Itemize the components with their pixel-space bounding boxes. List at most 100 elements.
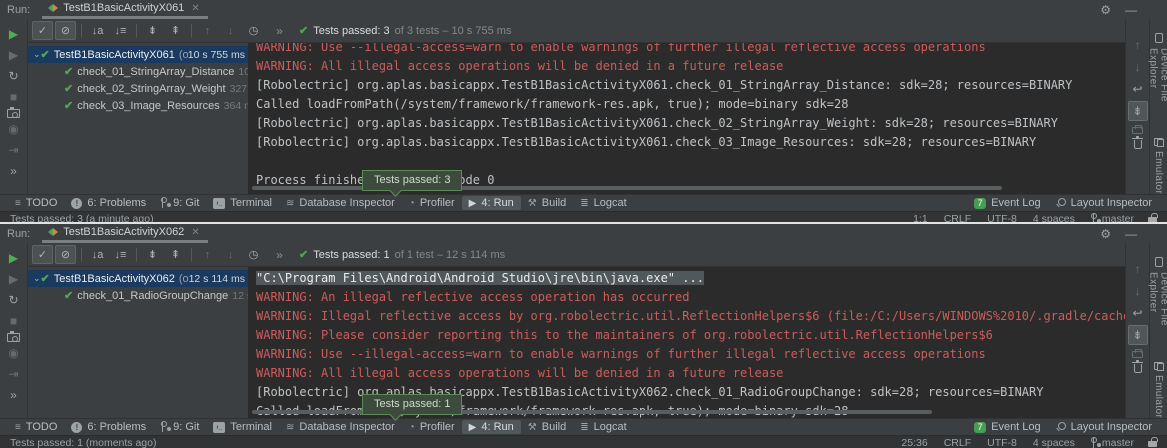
scroll-down-button[interactable]: ↓ <box>1128 281 1148 301</box>
test-tree-row[interactable]: ✔ check_03_Image_Resources 364 ms <box>28 97 248 114</box>
more-actions-icon[interactable]: » <box>269 245 290 264</box>
screenshot-button[interactable] <box>7 333 20 342</box>
test-history-button[interactable]: ◷ <box>243 21 264 40</box>
show-ignored-button[interactable]: ⊘ <box>55 21 76 40</box>
toolwindow-todo-button[interactable]: ≡ TODO <box>8 196 64 210</box>
separator[interactable] <box>191 24 192 38</box>
rerun-failed-tests-button[interactable]: ▶ <box>0 268 27 289</box>
toolwindow-problems-button[interactable]: ! 6: Problems <box>64 196 153 210</box>
test-tree-row[interactable]: ⌄ ✔ TestB1BasicActivityX062 (org.aplas.t… <box>28 270 248 287</box>
toolwindow-git-button[interactable]: 9: Git <box>153 196 206 210</box>
print-button[interactable] <box>1132 351 1143 358</box>
stop-button[interactable]: ■ <box>0 86 27 107</box>
git-branch-widget[interactable]: master <box>1091 213 1134 225</box>
expand-all-button[interactable]: ⇟ <box>142 245 163 264</box>
caret-position[interactable]: 25:36 <box>901 437 927 448</box>
indent-widget[interactable]: 4 spaces <box>1033 213 1075 225</box>
test-tree-row[interactable]: ✔ check_01_StringArray_Distance 10 s 64 … <box>28 63 248 80</box>
soft-wrap-button[interactable]: ↩ <box>1128 79 1148 99</box>
toolwindow-todo-button[interactable]: ≡ TODO <box>8 420 64 434</box>
more-toolbar-icon[interactable]: » <box>0 160 27 181</box>
git-branch-widget[interactable]: master <box>1091 437 1134 448</box>
next-failed-test-button[interactable]: ↓ <box>220 245 241 264</box>
clear-all-button[interactable] <box>1134 364 1142 373</box>
apply-changes-button[interactable]: ↻ <box>0 289 27 310</box>
expand-all-button[interactable]: ⇟ <box>142 21 163 40</box>
gear-icon[interactable]: ⚙ <box>1100 3 1111 17</box>
encoding-widget[interactable]: UTF-8 <box>987 437 1017 448</box>
toolwindow-profiler-button[interactable]: ◔ Profiler <box>402 420 462 434</box>
toolwindow-git-button[interactable]: 9: Git <box>153 420 206 434</box>
unlocked-icon[interactable] <box>1148 217 1157 223</box>
encoding-widget[interactable]: UTF-8 <box>987 213 1017 225</box>
screen-record-button[interactable]: ◉ <box>0 342 27 363</box>
next-failed-test-button[interactable]: ↓ <box>220 21 241 40</box>
event-log-button[interactable]: 7 Event Log <box>967 196 1048 210</box>
screen-record-button[interactable]: ◉ <box>0 118 27 139</box>
show-passed-button[interactable]: ✓ <box>32 21 53 40</box>
more-toolbar-icon[interactable]: » <box>0 384 27 405</box>
toolwindow-profiler-button[interactable]: ◔ Profiler <box>402 196 462 210</box>
collapse-all-button[interactable]: ⇞ <box>165 21 186 40</box>
separator[interactable] <box>136 248 137 262</box>
toolwindow-run-button[interactable]: ▶ 4: Run <box>462 420 521 434</box>
sort-by-duration-button[interactable]: ↓≡ <box>110 21 131 40</box>
line-separator-widget[interactable]: CRLF <box>944 213 971 225</box>
tool-stripe-emulator[interactable]: Emulator <box>1153 375 1164 418</box>
layout-inspector-button[interactable]: Layout Inspector <box>1048 196 1159 210</box>
rerun-failed-tests-button[interactable]: ▶ <box>0 44 27 65</box>
chevron-down-icon[interactable]: ⌄ <box>33 49 41 60</box>
sort-by-duration-button[interactable]: ↓≡ <box>110 245 131 264</box>
toolwindow-terminal-button[interactable]: ›_ Terminal <box>206 420 279 434</box>
scroll-up-button[interactable]: ↑ <box>1128 35 1148 55</box>
close-icon[interactable]: ✕ <box>191 227 199 238</box>
separator[interactable] <box>81 248 82 262</box>
line-separator-widget[interactable]: CRLF <box>944 437 971 448</box>
toolwindow-build-button[interactable]: ⚒ Build <box>521 420 573 434</box>
separator[interactable] <box>136 24 137 38</box>
screenshot-button[interactable] <box>7 109 20 118</box>
layout-inspector-button[interactable]: Layout Inspector <box>1048 420 1159 434</box>
separator[interactable] <box>81 24 82 38</box>
run-tab-x061[interactable]: TestB1BasicActivityX061 ✕ <box>42 0 207 19</box>
scroll-to-end-button[interactable]: ⇟ <box>1128 325 1148 345</box>
event-log-button[interactable]: 7 Event Log <box>967 420 1048 434</box>
apply-changes-button[interactable]: ↻ <box>0 65 27 86</box>
sort-alphabetically-button[interactable]: ↓a <box>87 21 108 40</box>
collapse-all-button[interactable]: ⇞ <box>165 245 186 264</box>
show-passed-button[interactable]: ✓ <box>32 245 53 264</box>
test-tree-row[interactable]: ✔ check_02_StringArray_Weight 327 ms <box>28 80 248 97</box>
import-test-results-button[interactable]: ⇥ <box>0 363 27 384</box>
show-ignored-button[interactable]: ⊘ <box>55 245 76 264</box>
tool-stripe-emulator[interactable]: Emulator <box>1153 151 1164 194</box>
previous-failed-test-button[interactable]: ↑ <box>197 245 218 264</box>
toolwindow-logcat-button[interactable]: ≣ Logcat <box>573 196 633 210</box>
unlocked-icon[interactable] <box>1148 441 1157 447</box>
sort-alphabetically-button[interactable]: ↓a <box>87 245 108 264</box>
previous-failed-test-button[interactable]: ↑ <box>197 21 218 40</box>
scroll-down-button[interactable]: ↓ <box>1128 57 1148 77</box>
scroll-to-end-button[interactable]: ⇟ <box>1128 101 1148 121</box>
hide-window-icon[interactable]: — <box>1125 227 1137 241</box>
close-icon[interactable]: ✕ <box>191 3 199 14</box>
toolwindow-terminal-button[interactable]: ›_ Terminal <box>206 196 279 210</box>
rerun-tests-button[interactable]: ▶ <box>0 23 27 44</box>
toolwindow-problems-button[interactable]: ! 6: Problems <box>64 420 153 434</box>
print-button[interactable] <box>1132 127 1143 134</box>
test-tree-row[interactable]: ✔ check_01_RadioGroupChange 12 s 114 ms <box>28 287 248 304</box>
run-tab-x062[interactable]: TestB1BasicActivityX062 ✕ <box>42 224 207 243</box>
soft-wrap-button[interactable]: ↩ <box>1128 303 1148 323</box>
more-actions-icon[interactable]: » <box>269 21 290 40</box>
clear-all-button[interactable] <box>1134 140 1142 149</box>
toolwindow-run-button[interactable]: ▶ 4: Run <box>462 196 521 210</box>
chevron-down-icon[interactable]: ⌄ <box>33 273 41 284</box>
indent-widget[interactable]: 4 spaces <box>1033 437 1075 448</box>
tool-stripe-device-file-explorer[interactable]: Device File Explorer <box>1148 272 1167 348</box>
stop-button[interactable]: ■ <box>0 310 27 331</box>
separator[interactable] <box>191 248 192 262</box>
toolwindow-database-inspector-button[interactable]: ≋ Database Inspector <box>279 196 402 210</box>
toolwindow-logcat-button[interactable]: ≣ Logcat <box>573 420 633 434</box>
import-test-results-button[interactable]: ⇥ <box>0 139 27 160</box>
tool-stripe-device-file-explorer[interactable]: Device File Explorer <box>1148 48 1167 124</box>
scroll-up-button[interactable]: ↑ <box>1128 259 1148 279</box>
